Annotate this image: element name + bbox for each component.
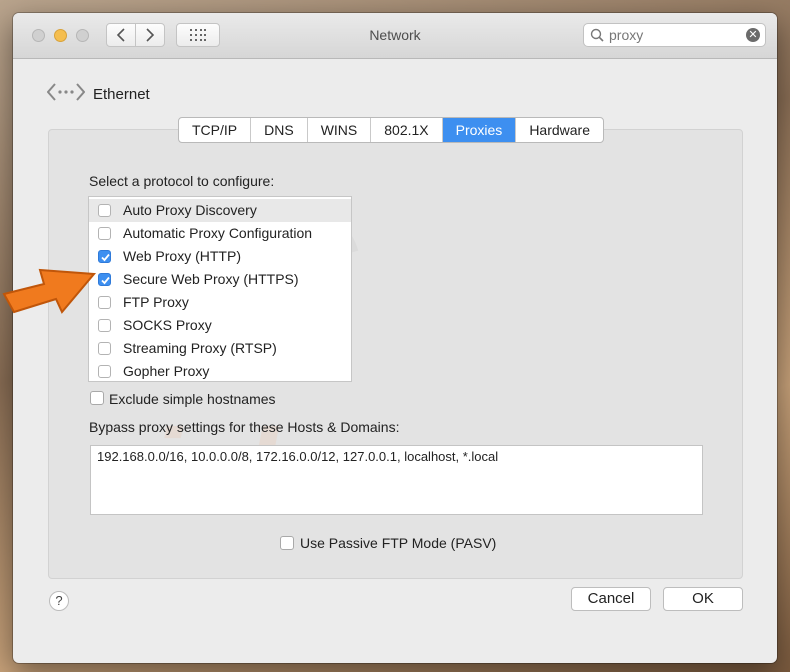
protocol-label: SOCKS Proxy <box>123 317 212 333</box>
tab-8021x[interactable]: 802.1X <box>371 118 443 142</box>
checkmark-icon <box>101 276 110 285</box>
protocol-checkbox[interactable] <box>98 204 111 217</box>
tab-proxies[interactable]: Proxies <box>442 118 517 142</box>
network-preferences-window: Network ✕ Ethernet PC risk.com TCP/IP DN… <box>13 13 777 663</box>
list-item[interactable]: Streaming Proxy (RTSP) <box>89 337 351 360</box>
search-field[interactable]: ✕ <box>583 23 766 47</box>
tab-dns[interactable]: DNS <box>251 118 308 142</box>
protocol-label: Automatic Proxy Configuration <box>123 225 313 241</box>
title-bar: Network ✕ <box>13 13 777 59</box>
passive-ftp-checkbox[interactable] <box>280 536 294 550</box>
passive-ftp-label: Use Passive FTP Mode (PASV) <box>300 535 497 551</box>
help-button[interactable]: ? <box>49 591 69 611</box>
tab-tcpip[interactable]: TCP/IP <box>179 118 252 142</box>
list-item[interactable]: Gopher Proxy <box>89 360 351 383</box>
protocol-label: Gopher Proxy <box>123 363 210 379</box>
protocol-label: Streaming Proxy (RTSP) <box>123 340 277 356</box>
protocol-label: FTP Proxy <box>123 294 189 310</box>
tab-hardware[interactable]: Hardware <box>516 118 603 142</box>
tab-wins[interactable]: WINS <box>308 118 372 142</box>
protocol-list[interactable]: Auto Proxy Discovery Automatic Proxy Con… <box>88 196 352 382</box>
protocol-heading: Select a protocol to configure: <box>89 173 275 189</box>
exclude-simple-hostnames-label: Exclude simple hostnames <box>109 391 276 407</box>
checkmark-icon <box>101 253 110 262</box>
cancel-button[interactable]: Cancel <box>571 587 651 611</box>
protocol-checkbox[interactable] <box>98 365 111 378</box>
interface-name: Ethernet <box>93 86 150 103</box>
clear-search-icon[interactable]: ✕ <box>746 28 760 42</box>
protocol-label: Auto Proxy Discovery <box>123 202 257 218</box>
protocol-label: Secure Web Proxy (HTTPS) <box>123 271 299 287</box>
list-item[interactable]: SOCKS Proxy <box>89 314 351 337</box>
list-item[interactable]: Automatic Proxy Configuration <box>89 222 351 245</box>
bypass-hosts-textarea[interactable]: 192.168.0.0/16, 10.0.0.0/8, 172.16.0.0/1… <box>90 445 703 515</box>
exclude-simple-hostnames-checkbox[interactable] <box>90 391 104 405</box>
protocol-checkbox[interactable] <box>98 342 111 355</box>
list-item[interactable]: Auto Proxy Discovery <box>89 199 351 222</box>
list-item[interactable]: FTP Proxy <box>89 291 351 314</box>
ok-button[interactable]: OK <box>663 587 743 611</box>
search-input[interactable] <box>609 26 739 44</box>
list-item[interactable]: Web Proxy (HTTP) <box>89 245 351 268</box>
bypass-label: Bypass proxy settings for these Hosts & … <box>89 419 400 435</box>
ethernet-icon <box>47 83 85 101</box>
tab-bar: TCP/IP DNS WINS 802.1X Proxies Hardware <box>178 117 605 143</box>
protocol-label: Web Proxy (HTTP) <box>123 248 241 264</box>
search-icon <box>590 28 604 42</box>
protocol-checkbox[interactable] <box>98 227 111 240</box>
orange-arrow-icon <box>2 268 97 314</box>
list-item[interactable]: Secure Web Proxy (HTTPS) <box>89 268 351 291</box>
